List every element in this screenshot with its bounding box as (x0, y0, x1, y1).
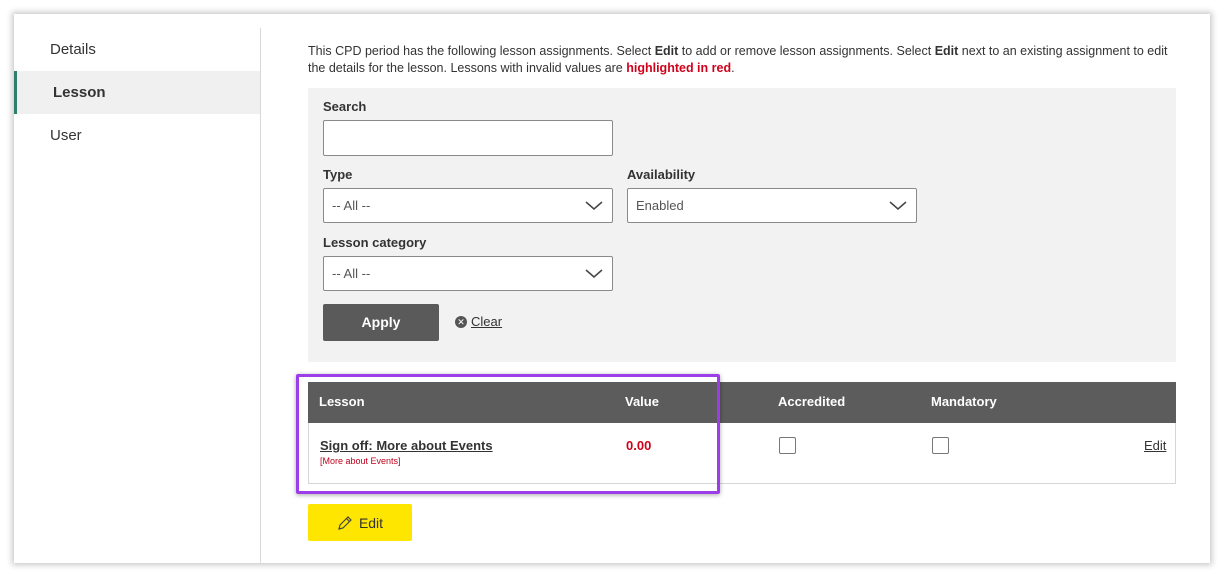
pencil-icon (338, 515, 352, 530)
lesson-title-link[interactable]: Sign off: More about Events (320, 438, 493, 453)
chevron-down-icon (585, 201, 603, 210)
apply-button[interactable]: Apply (323, 304, 439, 341)
row-edit-link[interactable]: Edit (1144, 438, 1166, 453)
mandatory-checkbox[interactable] (932, 437, 949, 454)
header-accredited: Accredited (778, 394, 846, 409)
search-input[interactable] (323, 120, 613, 156)
sidebar: Details Lesson User (14, 28, 260, 157)
filter-panel: Search Type -- All -- Availability Enabl… (308, 88, 1176, 362)
intro-part4: . (731, 61, 735, 75)
app-frame: Details Lesson User This CPD period has … (14, 14, 1210, 563)
header-mandatory: Mandatory (931, 394, 997, 409)
accredited-checkbox[interactable] (779, 437, 796, 454)
sidebar-item-lesson[interactable]: Lesson (14, 71, 260, 114)
sidebar-item-details[interactable]: Details (14, 28, 260, 71)
type-label: Type (323, 167, 353, 182)
header-value: Value (625, 394, 659, 409)
availability-select-value: Enabled (636, 198, 684, 213)
sidebar-divider (260, 28, 261, 563)
intro-bold1: Edit (654, 44, 679, 58)
table-header: Lesson Value Accredited Mandatory (308, 382, 1176, 423)
edit-button-label: Edit (358, 514, 384, 531)
chevron-down-icon (585, 269, 603, 278)
availability-select[interactable]: Enabled (627, 188, 917, 223)
chevron-down-icon (889, 201, 907, 210)
availability-label: Availability (627, 167, 696, 182)
lesson-category-select-value: -- All -- (332, 266, 371, 281)
intro-bold2: Edit (934, 44, 959, 58)
header-lesson: Lesson (319, 394, 365, 409)
close-circle-icon: ✕ (455, 315, 467, 328)
lesson-table: Lesson Value Accredited Mandatory Sign o… (308, 382, 1176, 484)
lesson-category-label: Lesson category (323, 235, 427, 250)
lesson-value: 0.00 (626, 438, 652, 453)
intro-text: This CPD period has the following lesson… (308, 43, 1176, 77)
type-select[interactable]: -- All -- (323, 188, 613, 223)
intro-red-text: highlighted in red (626, 61, 732, 75)
sidebar-item-user[interactable]: User (14, 114, 260, 157)
clear-label: Clear (471, 314, 503, 329)
edit-button[interactable]: Edit (308, 504, 412, 541)
clear-link[interactable]: ✕ Clear (455, 314, 502, 329)
intro-part2: to add or remove lesson assignments. Sel… (678, 44, 935, 58)
search-label: Search (323, 99, 367, 114)
lesson-category-select[interactable]: -- All -- (323, 256, 613, 291)
intro-part1: This CPD period has the following lesson… (308, 44, 655, 58)
lesson-subtitle: [More about Events] (320, 456, 401, 466)
type-select-value: -- All -- (332, 198, 371, 213)
